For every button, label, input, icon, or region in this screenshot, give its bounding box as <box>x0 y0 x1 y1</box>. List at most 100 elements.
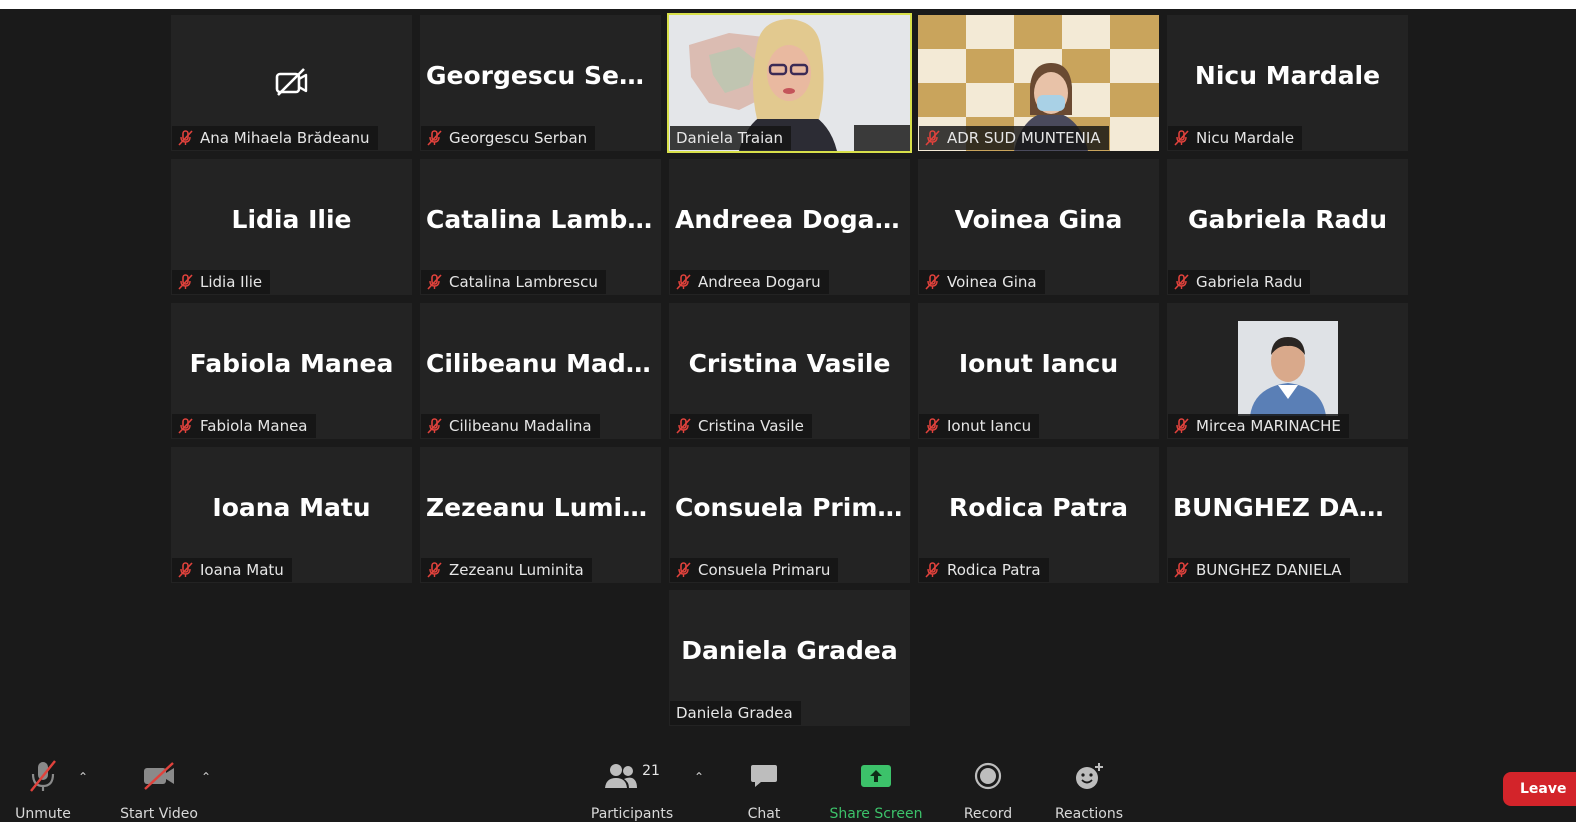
participant-tile[interactable]: Ionut Iancu Ionut Iancu <box>918 303 1159 439</box>
participant-tile[interactable]: Catalina Lambr... Catalina Lambrescu <box>420 159 661 295</box>
participant-name: Gabriela Radu <box>1196 273 1303 291</box>
participant-display-name: BUNGHEZ DAN... <box>1173 493 1408 522</box>
muted-mic-icon <box>676 274 691 290</box>
gallery-grid: Ana Mihaela Brădeanu Georgescu Serb... G… <box>0 0 1576 740</box>
participant-name-tag: Nicu Mardale <box>1168 126 1303 150</box>
muted-mic-icon <box>1174 562 1189 578</box>
chat-bubble-icon <box>751 765 777 787</box>
participant-display-name: Fabiola Manea <box>189 349 394 378</box>
participant-name-tag: Gabriela Radu <box>1168 270 1311 294</box>
audio-options-caret-icon[interactable]: ⌃ <box>78 770 88 784</box>
participant-name-tag: Voinea Gina <box>919 270 1045 294</box>
participant-tile[interactable]: Fabiola Manea Fabiola Manea <box>171 303 412 439</box>
participant-display-name: Voinea Gina <box>954 205 1123 234</box>
profile-photo <box>1238 321 1338 416</box>
participant-tile[interactable]: Lidia Ilie Lidia Ilie <box>171 159 412 295</box>
participant-tile[interactable]: Nicu Mardale Nicu Mardale <box>1167 15 1408 151</box>
participant-name: Rodica Patra <box>947 561 1041 579</box>
participant-tile-active-speaker[interactable]: Daniela Traian <box>667 13 912 153</box>
participant-display-name: Nicu Mardale <box>1194 61 1381 90</box>
participants-icon <box>605 764 638 788</box>
participants-button[interactable]: 21 Participants <box>588 758 676 822</box>
participant-name-tag: Ionut Iancu <box>919 414 1040 438</box>
participant-tile[interactable]: Consuela Primaru Consuela Primaru <box>669 447 910 583</box>
participant-name: Nicu Mardale <box>1196 129 1295 147</box>
unmute-button[interactable]: Unmute <box>10 758 76 822</box>
participant-name-tag: Ioana Matu <box>172 558 292 582</box>
participant-display-name: Cilibeanu Mada... <box>426 349 661 378</box>
video-options-caret-icon[interactable]: ⌃ <box>201 770 211 784</box>
muted-mic-icon <box>427 130 442 146</box>
participant-name: Daniela Gradea <box>676 704 793 722</box>
participant-name: Cilibeanu Madalina <box>449 417 592 435</box>
share-screen-button[interactable]: Share Screen <box>828 758 924 822</box>
participant-name-tag: Mircea MARINACHE <box>1168 414 1349 438</box>
participant-display-name: Andreea Dogaru <box>675 205 905 234</box>
muted-mic-icon <box>427 418 442 434</box>
muted-mic-icon <box>427 562 442 578</box>
participant-name-tag: Fabiola Manea <box>172 414 316 438</box>
participant-tile[interactable]: Zezeanu Luminita Zezeanu Luminita <box>420 447 661 583</box>
leave-button[interactable]: Leave <box>1503 772 1576 806</box>
participant-count: 21 <box>642 763 660 779</box>
participant-name-tag: Andreea Dogaru <box>670 270 829 294</box>
muted-mic-icon <box>1174 130 1189 146</box>
participants-options-caret-icon[interactable]: ⌃ <box>694 770 704 784</box>
participant-name-tag: Ana Mihaela Brădeanu <box>172 126 378 150</box>
participant-name: ADR SUD MUNTENIA <box>947 129 1101 147</box>
reactions-button[interactable]: Reactions <box>1052 758 1126 822</box>
record-button[interactable]: Record <box>958 758 1018 822</box>
participant-tile[interactable]: BUNGHEZ DAN... BUNGHEZ DANIELA <box>1167 447 1408 583</box>
participant-display-name: Ionut Iancu <box>958 349 1119 378</box>
muted-mic-icon <box>925 130 940 146</box>
participant-tile[interactable]: Ana Mihaela Brădeanu <box>171 15 412 151</box>
participant-tile[interactable]: Voinea Gina Voinea Gina <box>918 159 1159 295</box>
participant-name-tag: Daniela Traian <box>670 126 791 150</box>
participant-tile[interactable]: Ioana Matu Ioana Matu <box>171 447 412 583</box>
participant-name: Consuela Primaru <box>698 561 831 579</box>
participant-tile[interactable]: Mircea MARINACHE <box>1167 303 1408 439</box>
chat-button[interactable]: Chat <box>740 758 788 822</box>
muted-mic-icon <box>925 562 940 578</box>
participant-name: BUNGHEZ DANIELA <box>1196 561 1342 579</box>
muted-mic-icon <box>178 130 193 146</box>
meeting-toolbar: Unmute ⌃ Start Video ⌃ 21 Participants ⌃ <box>0 744 1576 822</box>
muted-microphone-icon <box>30 760 56 792</box>
participant-name-tag: BUNGHEZ DANIELA <box>1168 558 1350 582</box>
muted-mic-icon <box>676 418 691 434</box>
participant-tile[interactable]: Rodica Patra Rodica Patra <box>918 447 1159 583</box>
participant-name-tag: Daniela Gradea <box>670 701 801 725</box>
muted-mic-icon <box>1174 274 1189 290</box>
muted-mic-icon <box>925 418 940 434</box>
participant-name: Mircea MARINACHE <box>1196 417 1341 435</box>
muted-mic-icon <box>676 562 691 578</box>
participant-name-tag: Rodica Patra <box>919 558 1049 582</box>
muted-mic-icon <box>1174 418 1189 434</box>
participant-tile[interactable]: Daniela Gradea Daniela Gradea <box>669 590 910 726</box>
participant-name-tag: Cristina Vasile <box>670 414 812 438</box>
participant-tile[interactable]: Cilibeanu Mada... Cilibeanu Madalina <box>420 303 661 439</box>
participant-name: Georgescu Serban <box>449 129 588 147</box>
muted-mic-icon <box>178 274 193 290</box>
muted-mic-icon <box>925 274 940 290</box>
participant-name: Fabiola Manea <box>200 417 308 435</box>
participant-tile[interactable]: ADR SUD MUNTENIA <box>918 15 1159 151</box>
share-screen-icon <box>861 765 891 787</box>
muted-mic-icon <box>178 562 193 578</box>
participant-name: Catalina Lambrescu <box>449 273 598 291</box>
participant-display-name: Consuela Primaru <box>675 493 910 522</box>
participant-display-name: Daniela Gradea <box>681 636 898 665</box>
participant-tile[interactable]: Cristina Vasile Cristina Vasile <box>669 303 910 439</box>
participant-name: Cristina Vasile <box>698 417 804 435</box>
participant-name-tag: Catalina Lambrescu <box>421 270 606 294</box>
participant-display-name: Lidia Ilie <box>231 205 352 234</box>
participant-name-tag: Georgescu Serban <box>421 126 596 150</box>
participant-tile[interactable]: Andreea Dogaru Andreea Dogaru <box>669 159 910 295</box>
participant-display-name: Cristina Vasile <box>688 349 891 378</box>
participant-name: Andreea Dogaru <box>698 273 821 291</box>
start-video-button[interactable]: Start Video <box>116 758 202 822</box>
participant-name: Zezeanu Luminita <box>449 561 584 579</box>
participant-tile[interactable]: Gabriela Radu Gabriela Radu <box>1167 159 1408 295</box>
participant-name: Lidia Ilie <box>200 273 263 291</box>
participant-tile[interactable]: Georgescu Serb... Georgescu Serban <box>420 15 661 151</box>
